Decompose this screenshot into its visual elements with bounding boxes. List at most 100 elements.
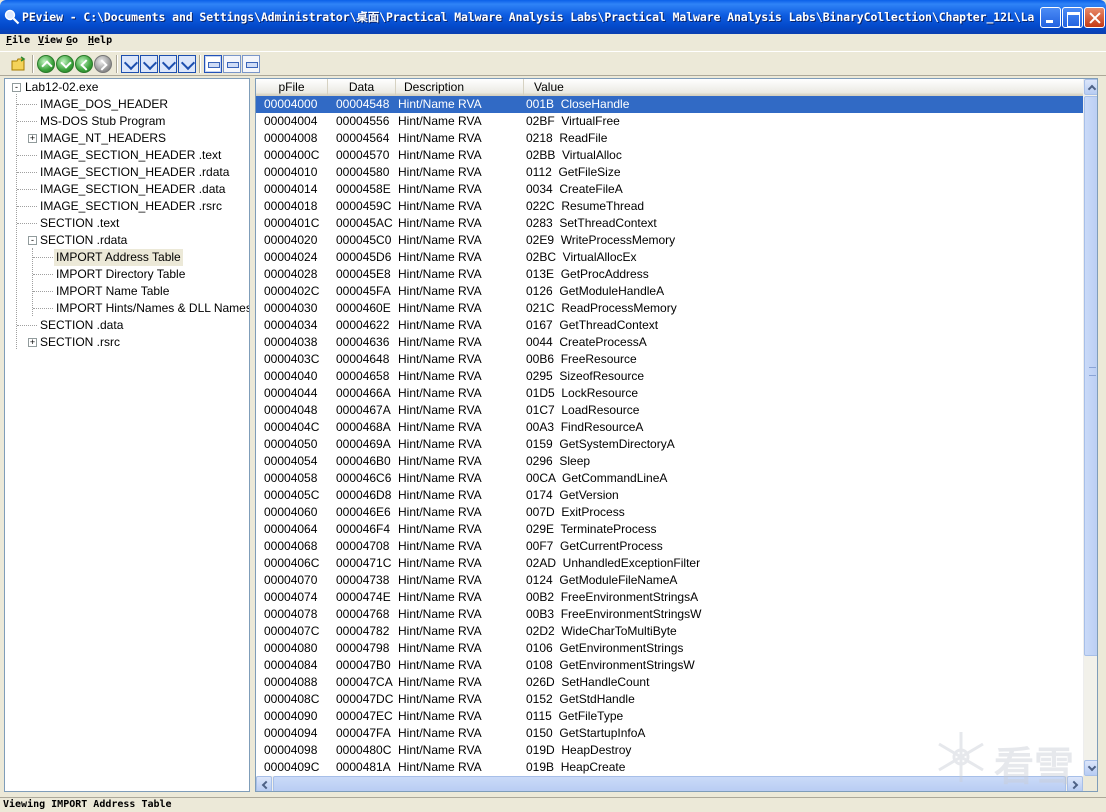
tree-node-section-rdata[interactable]: SECTION .rdata [38, 232, 129, 249]
table-row[interactable]: 00004030 0000460E Hint/Name RVA 021C ReadPr… [256, 300, 1083, 317]
first-icon[interactable] [159, 55, 177, 73]
view-byte-icon[interactable] [223, 55, 241, 73]
scroll-up-button[interactable] [1084, 79, 1097, 95]
menu-go[interactable]: Go [66, 35, 78, 46]
table-row[interactable]: 00004044 0000466A Hint/Name RVA 01D5 LockRe… [256, 385, 1083, 402]
detail-list[interactable]: pFile Data Description Value 00004000 000… [255, 78, 1098, 792]
vertical-scrollbar[interactable] [1083, 79, 1097, 776]
table-row[interactable]: 0000408C 000047DC Hint/Name RVA 0152 GetStd… [256, 691, 1083, 708]
table-row[interactable]: 00004040 00004658 Hint/Name RVA 0295 Sizeof… [256, 368, 1083, 385]
view-word-icon[interactable] [242, 55, 260, 73]
table-row[interactable]: 00004064 000046F4 Hint/Name RVA 029E Termin… [256, 521, 1083, 538]
tree-node-dos-header[interactable]: IMAGE_DOS_HEADER [38, 96, 170, 113]
maximize-button[interactable] [1062, 7, 1083, 28]
tree-node-section-header-data[interactable]: IMAGE_SECTION_HEADER .data [38, 181, 227, 198]
table-row[interactable]: 0000406C 0000471C Hint/Name RVA 02AD Unhand… [256, 555, 1083, 572]
tree-node-import-address-table[interactable]: IMPORT Address Table [54, 249, 183, 266]
forward-icon[interactable] [56, 55, 74, 73]
cell-description: Hint/Name RVA [398, 573, 482, 587]
tree-expander-minus[interactable]: - [28, 236, 37, 245]
structure-tree[interactable]: - Lab12-02.exe IMAGE_DOS_HEADER MS-DOS S… [4, 78, 250, 792]
table-row[interactable]: 00004070 00004738 Hint/Name RVA 0124 GetMod… [256, 572, 1083, 589]
cell-pfile: 00004048 [264, 403, 318, 417]
tree-node-section-text[interactable]: SECTION .text [38, 215, 121, 232]
table-row[interactable]: 00004034 00004622 Hint/Name RVA 0167 GetThr… [256, 317, 1083, 334]
view-hex-icon[interactable] [204, 55, 222, 73]
table-row[interactable]: 00004084 000047B0 Hint/Name RVA 0108 GetEnv… [256, 657, 1083, 674]
table-row[interactable]: 00004020 000045C0 Hint/Name RVA 02E9 WriteP… [256, 232, 1083, 249]
table-row[interactable]: 00004068 00004708 Hint/Name RVA 00F7 GetCur… [256, 538, 1083, 555]
column-header-description[interactable]: Description [396, 79, 524, 96]
cell-description: Hint/Name RVA [398, 284, 482, 298]
cell-data: 00004564 [336, 131, 390, 145]
table-row[interactable]: 00004024 000045D6 Hint/Name RVA 02BC Virtua… [256, 249, 1083, 266]
tree-node-section-header-text[interactable]: IMAGE_SECTION_HEADER .text [38, 147, 223, 164]
cell-value: 0034 CreateFileA [526, 182, 623, 196]
table-row[interactable]: 0000407C 00004782 Hint/Name RVA 02D2 WideCh… [256, 623, 1083, 640]
table-row[interactable]: 0000401C 000045AC Hint/Name RVA 0283 SetThr… [256, 215, 1083, 232]
tree-expander-plus[interactable]: + [28, 134, 37, 143]
table-row[interactable]: 0000402C 000045FA Hint/Name RVA 0126 GetMod… [256, 283, 1083, 300]
tree-node-section-rsrc[interactable]: SECTION .rsrc [38, 334, 122, 351]
table-row[interactable]: 00004010 00004580 Hint/Name RVA 0112 GetFil… [256, 164, 1083, 181]
cell-data: 00004782 [336, 624, 390, 638]
table-row[interactable]: 00004000 00004548 Hint/Name RVA 001B CloseH… [256, 96, 1083, 113]
column-header-data[interactable]: Data [328, 79, 396, 96]
tree-node-dos-stub[interactable]: MS-DOS Stub Program [38, 113, 167, 130]
tree-node-nt-headers[interactable]: IMAGE_NT_HEADERS [38, 130, 168, 147]
list-header: pFile Data Description Value [256, 79, 1083, 96]
menu-file[interactable]: File [6, 35, 30, 46]
tree-node-import-name-table[interactable]: IMPORT Name Table [54, 283, 171, 300]
tree-expander-plus[interactable]: + [28, 338, 37, 347]
scroll-left-button[interactable] [256, 776, 272, 791]
next-icon[interactable] [94, 55, 112, 73]
column-header-value[interactable]: Value [524, 79, 1083, 96]
table-row[interactable]: 00004014 0000458E Hint/Name RVA 0034 Create… [256, 181, 1083, 198]
tree-connector [17, 172, 37, 173]
table-row[interactable]: 00004060 000046E6 Hint/Name RVA 007D ExitPr… [256, 504, 1083, 521]
cell-value: 00CA GetCommandLineA [526, 471, 668, 485]
previous-item-icon[interactable] [121, 55, 139, 73]
cell-data: 000047B0 [336, 658, 391, 672]
tree-node-root[interactable]: Lab12-02.exe [23, 79, 100, 96]
tree-node-import-hints-names[interactable]: IMPORT Hints/Names & DLL Names [54, 300, 249, 317]
table-row[interactable]: 00004074 0000474E Hint/Name RVA 00B2 FreeEn… [256, 589, 1083, 606]
table-row[interactable]: 00004058 000046C6 Hint/Name RVA 00CA GetCom… [256, 470, 1083, 487]
table-row[interactable]: 0000400C 00004570 Hint/Name RVA 02BB Virtua… [256, 147, 1083, 164]
tree-node-section-header-rsrc[interactable]: IMAGE_SECTION_HEADER .rsrc [38, 198, 224, 215]
table-row[interactable]: 00004050 0000469A Hint/Name RVA 0159 GetSys… [256, 436, 1083, 453]
tree-node-section-data[interactable]: SECTION .data [38, 317, 125, 334]
open-file-icon[interactable] [10, 55, 28, 73]
tree-node-section-header-rdata[interactable]: IMAGE_SECTION_HEADER .rdata [38, 164, 231, 181]
table-row[interactable]: 00004038 00004636 Hint/Name RVA 0044 Create… [256, 334, 1083, 351]
table-row[interactable]: 0000405C 000046D8 Hint/Name RVA 0174 GetVer… [256, 487, 1083, 504]
tree-node-import-directory-table[interactable]: IMPORT Directory Table [54, 266, 187, 283]
table-row[interactable]: 00004028 000045E8 Hint/Name RVA 013E GetPro… [256, 266, 1083, 283]
minimize-button[interactable] [1040, 7, 1061, 28]
cell-description: Hint/Name RVA [398, 471, 482, 485]
close-button[interactable] [1084, 7, 1105, 28]
menu-view[interactable]: View [38, 35, 62, 46]
vertical-scroll-thumb[interactable] [1084, 96, 1097, 656]
table-row[interactable]: 00004090 000047EC Hint/Name RVA 0115 GetFil… [256, 708, 1083, 725]
table-row[interactable]: 00004088 000047CA Hint/Name RVA 026D SetHan… [256, 674, 1083, 691]
peview-app-icon[interactable] [4, 9, 20, 25]
back-icon[interactable] [37, 55, 55, 73]
table-row[interactable]: 00004004 00004556 Hint/Name RVA 02BF Virtua… [256, 113, 1083, 130]
previous-icon[interactable] [75, 55, 93, 73]
table-row[interactable]: 00004078 00004768 Hint/Name RVA 00B3 FreeEn… [256, 606, 1083, 623]
cell-description: Hint/Name RVA [398, 437, 482, 451]
last-icon[interactable] [178, 55, 196, 73]
column-header-pfile[interactable]: pFile [256, 79, 328, 96]
next-item-icon[interactable] [140, 55, 158, 73]
table-row[interactable]: 00004018 0000459C Hint/Name RVA 022C Resume… [256, 198, 1083, 215]
table-row[interactable]: 0000404C 0000468A Hint/Name RVA 00A3 FindRe… [256, 419, 1083, 436]
menu-help[interactable]: Help [88, 35, 112, 46]
table-row[interactable]: 00004080 00004798 Hint/Name RVA 0106 GetEnv… [256, 640, 1083, 657]
table-row[interactable]: 00004008 00004564 Hint/Name RVA 0218 ReadFi… [256, 130, 1083, 147]
table-row[interactable]: 00004054 000046B0 Hint/Name RVA 0296 Sleep [256, 453, 1083, 470]
tree-expander-minus[interactable]: - [12, 83, 21, 92]
table-row[interactable]: 00004048 0000467A Hint/Name RVA 01C7 LoadRe… [256, 402, 1083, 419]
table-row[interactable]: 0000403C 00004648 Hint/Name RVA 00B6 FreeRe… [256, 351, 1083, 368]
title-bar[interactable]: PEview - C:\Documents and Settings\Admin… [0, 0, 1106, 34]
